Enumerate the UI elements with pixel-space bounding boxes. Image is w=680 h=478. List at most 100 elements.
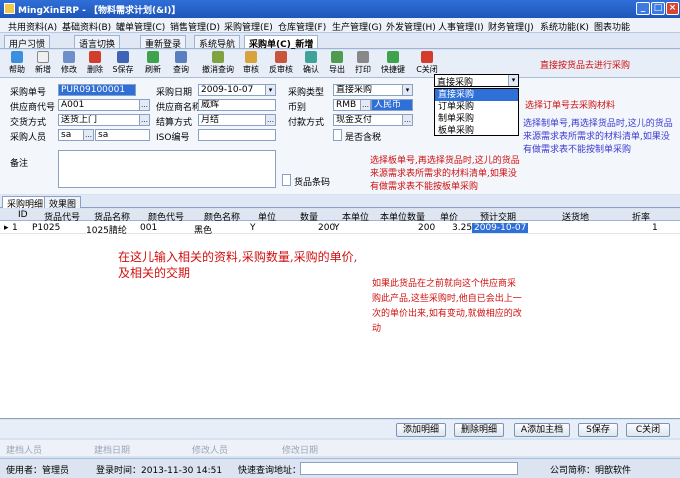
confirm-button[interactable]: 确认: [298, 51, 324, 75]
tab-navigation[interactable]: 系统导航: [194, 35, 241, 50]
type-dropdown[interactable]: 直接采购 ▾: [434, 74, 519, 88]
menu-sales[interactable]: 销售管理(D): [170, 20, 220, 33]
option-order[interactable]: 订单采购: [435, 101, 518, 113]
maximize-button[interactable]: □: [651, 2, 665, 15]
cell-id[interactable]: 1: [12, 223, 18, 233]
menu-charts[interactable]: 图表功能: [594, 20, 630, 33]
cell-item-code[interactable]: P1025: [32, 223, 60, 233]
col-id: ID: [18, 210, 28, 220]
lookup-icon[interactable]: …: [360, 100, 370, 110]
add-master-button[interactable]: A添加主档: [514, 423, 570, 437]
save-bottom-button[interactable]: S保存: [578, 423, 618, 437]
tab-purchase-order[interactable]: 采购单(C)_新增: [244, 35, 319, 50]
audit-button[interactable]: 审核: [238, 51, 264, 75]
barcode-checkbox[interactable]: [282, 174, 291, 186]
save-button[interactable]: S保存: [110, 51, 136, 75]
note-production: 选择制单号,再选择货品时,这儿的货品来源需求表所需求的材料清单,如果没有做需求表…: [523, 119, 673, 155]
tab-detail[interactable]: 采购明细: [2, 196, 49, 210]
buyer-code-field[interactable]: sa…: [58, 129, 94, 141]
buyer-name-field[interactable]: sa: [95, 129, 150, 141]
close-button[interactable]: C关闭: [412, 51, 442, 75]
refresh-button[interactable]: 刷新: [140, 51, 166, 75]
export-button[interactable]: 导出: [324, 51, 350, 75]
menu-finance[interactable]: 财务管理(J): [488, 20, 534, 33]
option-production[interactable]: 制单采购: [435, 113, 518, 125]
delivery-field[interactable]: 送货上门…: [58, 114, 150, 126]
note-last-price: 如果此货品在之前就向这个供应商采购此产品,这些采购时,他自已会出上一次的单价出来…: [372, 279, 522, 334]
cell-unit[interactable]: Y: [250, 223, 256, 233]
delivery-label: 交货方式: [10, 118, 47, 128]
status-company: 公司简称：明歆软件: [550, 466, 632, 476]
cell-base-qty[interactable]: 200: [418, 223, 435, 233]
status-quick-label: 快速查询地址：: [238, 466, 302, 476]
tab-user-habits[interactable]: 用户习惯: [4, 35, 51, 50]
cell-delivery-date[interactable]: 2009-10-07: [472, 223, 529, 233]
settle-field[interactable]: 月结…: [198, 114, 276, 126]
menu-hr[interactable]: 人事管理(I): [438, 20, 484, 33]
delete-button[interactable]: 删除: [82, 51, 108, 75]
order-no-field[interactable]: PUR09100001: [58, 84, 136, 96]
chevron-down-icon[interactable]: ▾: [265, 85, 275, 95]
tab-language[interactable]: 语言切换: [74, 35, 121, 50]
query-button[interactable]: 查询: [168, 51, 194, 75]
option-direct[interactable]: 直接采购: [435, 89, 518, 101]
supplier-name-field[interactable]: 威辉: [198, 99, 276, 111]
menu-system[interactable]: 系统功能(K): [540, 20, 589, 33]
row-marker-icon: ▸: [4, 223, 9, 233]
table-row[interactable]: ▸ 1 P1025 1025腈纶 001 黑色 Y 200 Y 200 3.25…: [0, 222, 680, 236]
remark-field[interactable]: [58, 150, 276, 188]
quick-search-input[interactable]: [300, 462, 518, 475]
supplier-code-field[interactable]: A001…: [58, 99, 150, 111]
type-field[interactable]: 直接采购 ▾: [333, 84, 413, 96]
new-button[interactable]: 新增: [30, 51, 56, 75]
cell-discount[interactable]: 1: [652, 223, 658, 233]
menu-production[interactable]: 生产管理(G): [332, 20, 382, 33]
remark-label: 备注: [10, 159, 29, 169]
lookup-icon[interactable]: …: [265, 115, 275, 125]
created-by-label: 建档人员: [6, 446, 43, 456]
cell-base-unit[interactable]: Y: [334, 223, 340, 233]
lookup-icon[interactable]: …: [139, 115, 149, 125]
cancel-query-button[interactable]: 撤消查询: [200, 51, 236, 75]
iso-field[interactable]: [198, 129, 276, 141]
note-grid-input: 在这儿输入相关的资料,采购数量,采购的单价,及相关的交期: [118, 250, 358, 280]
cell-color-code[interactable]: 001: [140, 223, 157, 233]
menu-can[interactable]: 罐单管理(C): [116, 20, 165, 33]
cell-color-name[interactable]: 黑色: [194, 223, 212, 236]
date-field[interactable]: 2009-10-07 ▾: [198, 84, 276, 96]
close-bottom-button[interactable]: C关闭: [626, 423, 670, 437]
chevron-down-icon[interactable]: ▾: [402, 85, 412, 95]
tab-relogin[interactable]: 重新登录: [140, 35, 187, 50]
unaudit-button[interactable]: 反审核: [266, 51, 296, 75]
help-button[interactable]: 帮助: [4, 51, 30, 75]
menu-warehouse[interactable]: 仓库管理(F): [278, 20, 326, 33]
menu-purchase[interactable]: 采购管理(E): [224, 20, 273, 33]
tax-checkbox[interactable]: [333, 129, 342, 141]
created-date-label: 建档日期: [94, 446, 131, 456]
add-detail-button[interactable]: 添加明细: [396, 423, 446, 437]
cell-item-name[interactable]: 1025腈纶: [86, 223, 127, 236]
currency-code-field[interactable]: RMB…: [333, 99, 371, 111]
tab-preview[interactable]: 效果图: [44, 196, 82, 210]
shortcut-button[interactable]: 快捷键: [378, 51, 408, 75]
option-board[interactable]: 板单采购: [435, 125, 518, 137]
delete-detail-button[interactable]: 删除明细: [454, 423, 504, 437]
close-window-button[interactable]: ×: [666, 2, 679, 15]
edit-button[interactable]: 修改: [56, 51, 82, 75]
menu-common[interactable]: 共用资料(A): [8, 20, 57, 33]
print-button[interactable]: 打印: [350, 51, 376, 75]
buyer-label: 采购人员: [10, 133, 47, 143]
lookup-icon[interactable]: …: [402, 115, 412, 125]
cell-qty[interactable]: 200: [318, 223, 335, 233]
detail-grid: ID 货品代号 货品名称 颜色代号 颜色名称 单位 数量 本单位 本单位数量 单…: [0, 209, 680, 419]
lookup-icon[interactable]: …: [139, 100, 149, 110]
lookup-icon[interactable]: …: [83, 130, 93, 140]
payment-field[interactable]: 现金支付…: [333, 114, 413, 126]
cell-price[interactable]: 3.25: [452, 223, 472, 233]
menu-basic[interactable]: 基础资料(B): [62, 20, 111, 33]
currency-name-field[interactable]: 人民币: [371, 99, 413, 111]
detail-tabs: 采购明细 效果图: [0, 195, 680, 210]
minimize-button[interactable]: _: [636, 2, 650, 15]
menu-outsource[interactable]: 外发管理(H): [386, 20, 436, 33]
chevron-down-icon[interactable]: ▾: [508, 75, 518, 86]
